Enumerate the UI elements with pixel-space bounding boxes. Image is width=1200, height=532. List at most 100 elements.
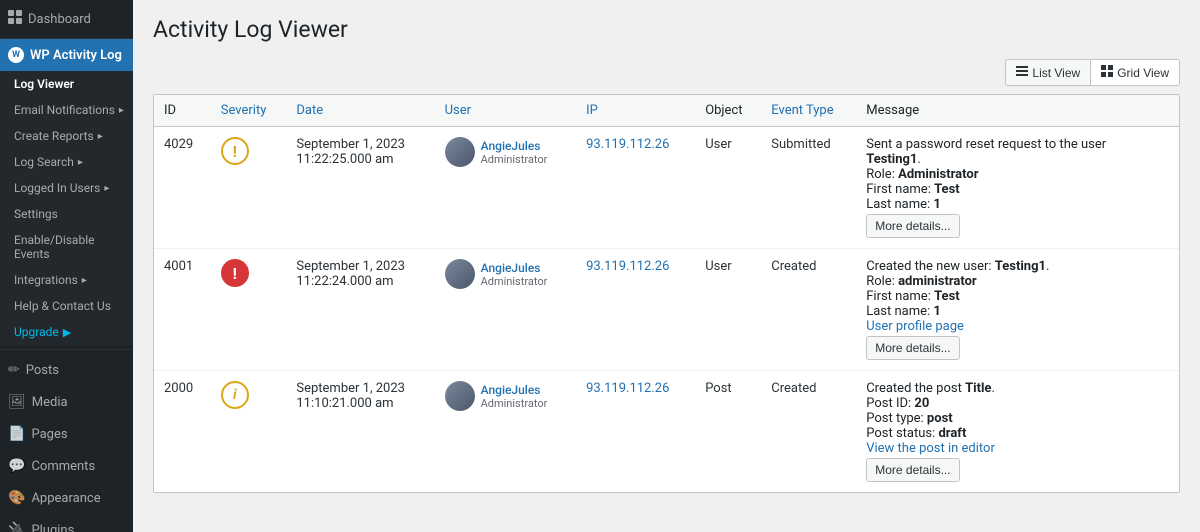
sidebar-item-integrations[interactable]: Integrations ▸ bbox=[0, 267, 133, 293]
sidebar-item-log-viewer[interactable]: Log Viewer bbox=[0, 71, 133, 97]
sidebar-item-dashboard[interactable]: Dashboard bbox=[0, 0, 133, 39]
page-title: Activity Log Viewer bbox=[153, 16, 1180, 43]
posts-icon: ✏ bbox=[8, 362, 20, 378]
col-header-date[interactable]: Date bbox=[286, 95, 434, 127]
appearance-label: Appearance bbox=[31, 491, 100, 506]
sidebar-submenu: Log Viewer Email Notifications ▸ Create … bbox=[0, 71, 133, 345]
list-view-button[interactable]: List View bbox=[1005, 59, 1090, 86]
row-object: User bbox=[695, 249, 761, 371]
sidebar-item-enable-disable[interactable]: Enable/Disable Events bbox=[0, 227, 133, 267]
dashboard-label: Dashboard bbox=[28, 12, 91, 27]
wp-activity-icon: W bbox=[8, 47, 24, 63]
row-date: September 1, 202311:10:21.000 am bbox=[286, 371, 434, 493]
sidebar-item-wp-activity-log[interactable]: W WP Activity Log bbox=[0, 39, 133, 71]
media-label: Media bbox=[32, 395, 68, 410]
posts-label: Posts bbox=[26, 363, 59, 378]
table-header-row: ID Severity Date User IP Object Event Ty… bbox=[154, 95, 1179, 127]
avatar bbox=[445, 259, 475, 289]
main-content: Activity Log Viewer List View bbox=[133, 0, 1200, 532]
row-ip: 93.119.112.26 bbox=[576, 371, 695, 493]
col-header-id: ID bbox=[154, 95, 211, 127]
row-id: 4029 bbox=[154, 127, 211, 249]
comments-icon: 💬 bbox=[8, 458, 25, 474]
comments-label: Comments bbox=[31, 459, 95, 474]
col-header-user[interactable]: User bbox=[435, 95, 576, 127]
more-details-button[interactable]: More details... bbox=[866, 214, 959, 238]
sidebar-item-settings[interactable]: Settings bbox=[0, 201, 133, 227]
user-name: AngieJules bbox=[481, 139, 548, 153]
sidebar-item-label: Settings bbox=[14, 207, 58, 221]
log-table: ID Severity Date User IP Object Event Ty… bbox=[154, 95, 1179, 492]
plugin-label: WP Activity Log bbox=[30, 48, 122, 63]
col-header-event-type[interactable]: Event Type bbox=[761, 95, 856, 127]
sidebar-item-label: Logged In Users bbox=[14, 181, 100, 195]
sidebar-item-logged-in-users[interactable]: Logged In Users ▸ bbox=[0, 175, 133, 201]
user-profile-link[interactable]: User profile page bbox=[866, 319, 964, 334]
sidebar-item-posts[interactable]: ✏ Posts bbox=[0, 354, 133, 386]
sidebar-item-email-notifications[interactable]: Email Notifications ▸ bbox=[0, 97, 133, 123]
row-message: Created the new user: Testing1. Role: ad… bbox=[856, 249, 1179, 371]
sidebar-item-upgrade[interactable]: Upgrade ▶ bbox=[0, 319, 133, 345]
more-details-button[interactable]: More details... bbox=[866, 336, 959, 360]
row-object: Post bbox=[695, 371, 761, 493]
sidebar-item-label: Help & Contact Us bbox=[14, 299, 111, 313]
row-object: User bbox=[695, 127, 761, 249]
ip-link[interactable]: 93.119.112.26 bbox=[586, 381, 669, 396]
media-icon: 🖼 bbox=[8, 394, 26, 410]
row-ip: 93.119.112.26 bbox=[576, 249, 695, 371]
sidebar-item-label: Log Viewer bbox=[14, 77, 74, 91]
row-event-type: Submitted bbox=[761, 127, 856, 249]
view-toggle: List View Grid View bbox=[153, 59, 1180, 86]
table-row: 2000 i September 1, 202311:10:21.000 am bbox=[154, 371, 1179, 493]
table-row: 4029 ! September 1, 202311:22:25.000 am bbox=[154, 127, 1179, 249]
row-id: 2000 bbox=[154, 371, 211, 493]
sidebar-item-pages[interactable]: 📄 Pages bbox=[0, 418, 133, 450]
row-severity: i bbox=[211, 371, 287, 493]
list-view-icon bbox=[1016, 65, 1028, 80]
arrow-icon: ▸ bbox=[119, 105, 124, 116]
row-user: AngieJules Administrator bbox=[435, 127, 576, 249]
sidebar-item-label: Create Reports bbox=[14, 129, 94, 143]
pages-icon: 📄 bbox=[8, 426, 25, 442]
ip-link[interactable]: 93.119.112.26 bbox=[586, 137, 669, 152]
user-role: Administrator bbox=[481, 275, 548, 288]
sidebar-divider bbox=[0, 349, 133, 350]
row-id: 4001 bbox=[154, 249, 211, 371]
row-message: Created the post Title. Post ID: 20 Post… bbox=[856, 371, 1179, 493]
sidebar-item-appearance[interactable]: 🎨 Appearance bbox=[0, 482, 133, 514]
severity-warning-icon: ! bbox=[221, 259, 249, 287]
row-date: September 1, 202311:22:25.000 am bbox=[286, 127, 434, 249]
row-event-type: Created bbox=[761, 371, 856, 493]
avatar bbox=[445, 137, 475, 167]
ip-link[interactable]: 93.119.112.26 bbox=[586, 259, 669, 274]
arrow-right-icon: ▶ bbox=[63, 326, 71, 339]
row-ip: 93.119.112.26 bbox=[576, 127, 695, 249]
plugins-icon: 🔌 bbox=[8, 522, 25, 532]
row-message: Sent a password reset request to the use… bbox=[856, 127, 1179, 249]
appearance-icon: 🎨 bbox=[8, 490, 25, 506]
row-user: AngieJules Administrator bbox=[435, 249, 576, 371]
sidebar-item-create-reports[interactable]: Create Reports ▸ bbox=[0, 123, 133, 149]
arrow-icon: ▸ bbox=[82, 275, 87, 286]
col-header-object: Object bbox=[695, 95, 761, 127]
user-role: Administrator bbox=[481, 397, 548, 410]
col-header-ip[interactable]: IP bbox=[576, 95, 695, 127]
col-header-severity[interactable]: Severity bbox=[211, 95, 287, 127]
grid-view-button[interactable]: Grid View bbox=[1090, 59, 1180, 86]
sidebar-item-plugins[interactable]: 🔌 Plugins bbox=[0, 514, 133, 532]
sidebar-item-label: Enable/Disable Events bbox=[14, 233, 125, 261]
sidebar-item-comments[interactable]: 💬 Comments bbox=[0, 450, 133, 482]
sidebar-item-label: Log Search bbox=[14, 155, 74, 169]
sidebar-item-label: Email Notifications bbox=[14, 103, 115, 117]
row-severity: ! bbox=[211, 249, 287, 371]
more-details-button[interactable]: More details... bbox=[866, 458, 959, 482]
pages-label: Pages bbox=[31, 427, 67, 442]
sidebar-item-media[interactable]: 🖼 Media bbox=[0, 386, 133, 418]
upgrade-label: Upgrade bbox=[14, 325, 59, 339]
view-post-link[interactable]: View the post in editor bbox=[866, 441, 995, 456]
row-event-type: Created bbox=[761, 249, 856, 371]
grid-view-icon bbox=[1101, 65, 1113, 80]
sidebar-item-help-contact[interactable]: Help & Contact Us bbox=[0, 293, 133, 319]
sidebar-item-log-search[interactable]: Log Search ▸ bbox=[0, 149, 133, 175]
row-severity: ! bbox=[211, 127, 287, 249]
